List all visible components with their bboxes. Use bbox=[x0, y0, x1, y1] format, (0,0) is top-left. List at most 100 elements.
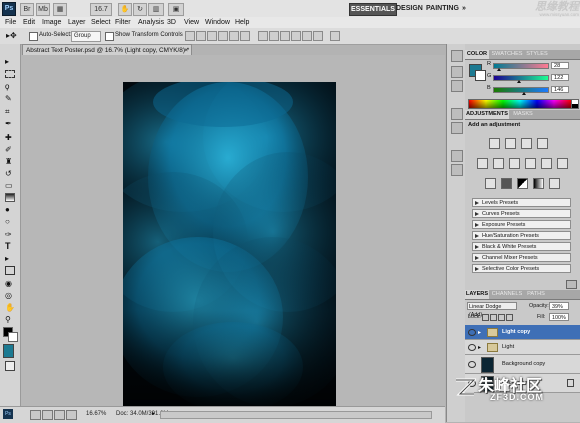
clone-source-panel-icon[interactable] bbox=[451, 164, 463, 176]
tab-swatches[interactable]: SWATCHES bbox=[491, 50, 523, 59]
clone-stamp-tool-icon[interactable]: ♜ bbox=[5, 157, 15, 166]
tool-preset-picker-icon[interactable]: ▸✥ bbox=[6, 31, 20, 41]
channel-b-value[interactable]: 146 bbox=[551, 86, 569, 93]
layer-row-light-copy[interactable]: ▸ Light copy bbox=[465, 325, 580, 340]
lock-transparent-icon[interactable] bbox=[482, 314, 489, 321]
blend-mode-dropdown[interactable]: Linear Dodge (Add) bbox=[467, 302, 517, 318]
preset-exposure[interactable]: Exposure Presets bbox=[472, 220, 571, 229]
preset-black-white[interactable]: Black & White Presets bbox=[472, 242, 571, 251]
screen-mode-icon[interactable] bbox=[54, 410, 65, 420]
visibility-eye-icon[interactable] bbox=[468, 361, 476, 368]
distribute-vertical-icon[interactable] bbox=[269, 31, 279, 41]
gradient-tool-icon[interactable] bbox=[5, 193, 15, 202]
menu-file[interactable]: File bbox=[5, 17, 16, 28]
eyedropper-tool-icon[interactable]: ✒ bbox=[5, 119, 15, 128]
hand-tool-icon[interactable]: ✋ bbox=[118, 3, 132, 16]
photo-filter-icon[interactable] bbox=[541, 158, 552, 169]
tab-color[interactable]: COLOR bbox=[465, 50, 489, 59]
posterize-icon[interactable] bbox=[501, 178, 512, 189]
channel-mixer-icon[interactable] bbox=[557, 158, 568, 169]
quick-mask-icon[interactable] bbox=[5, 361, 15, 371]
paragraph-panel-icon[interactable] bbox=[451, 122, 463, 134]
channel-r-value[interactable]: 28 bbox=[551, 62, 569, 69]
align-right-icon[interactable] bbox=[240, 31, 250, 41]
align-horizontal-center-icon[interactable] bbox=[229, 31, 239, 41]
tab-adjustments[interactable]: ADJUSTMENTS bbox=[465, 110, 509, 119]
dodge-tool-icon[interactable]: ○ bbox=[5, 217, 15, 226]
eraser-tool-icon[interactable]: ▭ bbox=[5, 181, 15, 190]
tab-layers[interactable]: LAYERS bbox=[465, 290, 489, 299]
visibility-eye-icon[interactable] bbox=[468, 344, 476, 351]
brush-tool-icon[interactable]: ✐ bbox=[5, 145, 15, 154]
levels-icon[interactable] bbox=[505, 138, 516, 149]
hand-tool-icon[interactable]: ✋ bbox=[5, 303, 15, 312]
visibility-eye-icon[interactable] bbox=[468, 329, 476, 336]
workspace-design[interactable]: DESIGN bbox=[396, 3, 423, 14]
document-tab[interactable]: Abstract Text Poster.psd @ 16.7% (Light … bbox=[22, 44, 192, 55]
layer-row-light[interactable]: ▸ Light bbox=[465, 340, 580, 355]
menu-window[interactable]: Window bbox=[205, 17, 230, 28]
menu-help[interactable]: Help bbox=[235, 17, 249, 28]
workspace-essentials[interactable]: ESSENTIALS bbox=[349, 3, 397, 16]
fill-field[interactable]: 100% bbox=[549, 313, 569, 321]
distribute-bottom-icon[interactable] bbox=[280, 31, 290, 41]
quick-selection-tool-icon[interactable]: ✎ bbox=[5, 94, 15, 103]
tab-styles[interactable]: STYLES bbox=[525, 50, 549, 59]
menu-edit[interactable]: Edit bbox=[23, 17, 35, 28]
brightness-contrast-icon[interactable] bbox=[489, 138, 500, 149]
type-tool-icon[interactable]: T bbox=[5, 242, 15, 251]
menu-layer[interactable]: Layer bbox=[68, 17, 86, 28]
distribute-right-icon[interactable] bbox=[313, 31, 323, 41]
lock-image-icon[interactable] bbox=[490, 314, 497, 321]
vibrance-icon[interactable] bbox=[477, 158, 488, 169]
character-panel-icon[interactable] bbox=[451, 108, 463, 120]
document-canvas[interactable] bbox=[123, 82, 336, 408]
gradient-map-icon[interactable] bbox=[533, 178, 544, 189]
move-tool-icon[interactable]: ▸ bbox=[5, 57, 15, 66]
clip-to-layer-icon[interactable] bbox=[566, 280, 577, 289]
channel-r-slider[interactable] bbox=[493, 63, 549, 69]
distribute-top-icon[interactable] bbox=[258, 31, 268, 41]
blur-tool-icon[interactable]: ● bbox=[5, 205, 15, 214]
menu-view[interactable]: View bbox=[184, 17, 199, 28]
rectangle-tool-icon[interactable] bbox=[5, 266, 15, 275]
channel-g-slider[interactable] bbox=[493, 75, 549, 81]
menu-filter[interactable]: Filter bbox=[115, 17, 131, 28]
mini-bridge-icon[interactable]: Mb bbox=[36, 3, 50, 16]
3d-orbit-tool-icon[interactable]: ◎ bbox=[5, 291, 15, 300]
pen-tool-icon[interactable]: ✑ bbox=[5, 230, 15, 239]
background-color-swatch[interactable] bbox=[8, 332, 18, 342]
status-menu-arrow-icon[interactable]: ▸ bbox=[152, 410, 160, 418]
lasso-tool-icon[interactable]: ϙ bbox=[5, 82, 15, 91]
distribute-horizontal-icon[interactable] bbox=[302, 31, 312, 41]
actions-panel-icon[interactable] bbox=[451, 80, 463, 92]
threshold-icon[interactable] bbox=[517, 178, 528, 189]
align-bottom-icon[interactable] bbox=[207, 31, 217, 41]
healing-brush-tool-icon[interactable]: ✚ bbox=[5, 133, 15, 142]
brush-panel-icon[interactable] bbox=[451, 150, 463, 162]
mini-bridge-panel-icon[interactable] bbox=[451, 50, 463, 62]
color-ramp[interactable] bbox=[468, 99, 572, 109]
path-selection-tool-icon[interactable]: ▸ bbox=[5, 254, 15, 263]
zoom-level-select[interactable]: 16.7 bbox=[90, 3, 112, 16]
auto-select-checkbox[interactable] bbox=[29, 32, 38, 41]
preset-levels[interactable]: Levels Presets bbox=[472, 198, 571, 207]
black-white-icon[interactable] bbox=[525, 158, 536, 169]
distribute-left-icon[interactable] bbox=[291, 31, 301, 41]
history-brush-tool-icon[interactable]: ↺ bbox=[5, 169, 15, 178]
menu-analysis[interactable]: Analysis bbox=[138, 17, 164, 28]
screen-mode-icon[interactable]: ▣ bbox=[168, 3, 184, 16]
tab-masks[interactable]: MASKS bbox=[511, 110, 535, 119]
channel-g-value[interactable]: 122 bbox=[551, 74, 569, 81]
selective-color-icon[interactable] bbox=[549, 178, 560, 189]
zoom-tool-icon[interactable]: ⚲ bbox=[5, 315, 15, 324]
channel-g-thumb[interactable] bbox=[516, 80, 521, 83]
black-white-ramp[interactable] bbox=[571, 99, 579, 109]
tab-channels[interactable]: CHANNELS bbox=[491, 290, 523, 299]
tab-paths[interactable]: PATHS bbox=[525, 290, 547, 299]
lock-all-icon[interactable] bbox=[506, 314, 513, 321]
align-top-icon[interactable] bbox=[185, 31, 195, 41]
mini-bridge-icon[interactable] bbox=[42, 410, 53, 420]
more-workspaces-icon[interactable]: » bbox=[460, 3, 468, 14]
horizontal-scrollbar[interactable] bbox=[160, 411, 432, 419]
